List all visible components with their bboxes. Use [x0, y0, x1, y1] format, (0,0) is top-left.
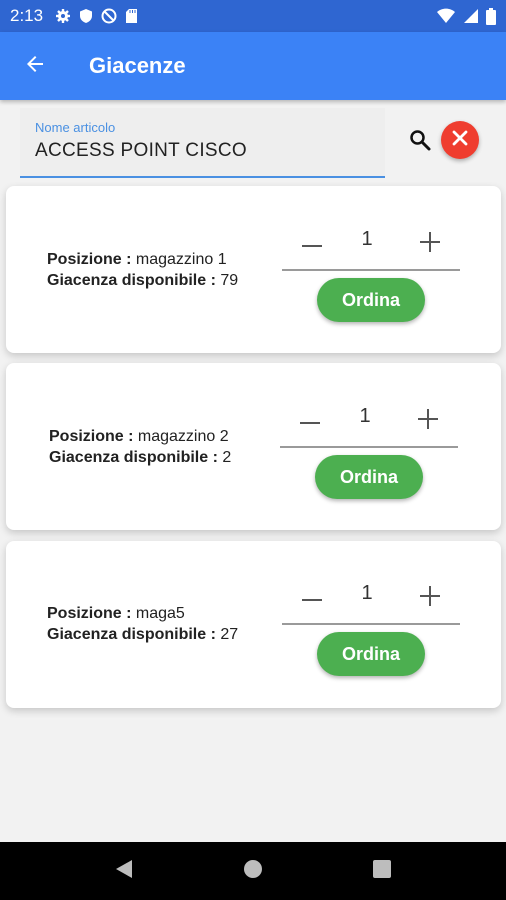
quantity-value[interactable]: 1	[342, 582, 392, 605]
quantity-value[interactable]: 1	[340, 405, 390, 428]
arrow-left-icon	[23, 52, 47, 81]
decrease-button[interactable]	[290, 403, 330, 439]
minus-icon	[302, 235, 322, 253]
order-button[interactable]: Ordina	[317, 278, 425, 322]
signal-icon	[463, 8, 478, 24]
back-triangle-icon[interactable]	[115, 859, 133, 884]
position-label: Posizione :	[47, 605, 132, 622]
item-name-label: Nome articolo	[35, 120, 116, 135]
item-name-field[interactable]: Nome articolo ACCESS POINT CISCO	[20, 108, 385, 178]
increase-button[interactable]	[410, 226, 450, 262]
stock-card: Posizione : maga5 Giacenza disponibile :…	[6, 541, 501, 708]
shield-icon	[79, 8, 93, 24]
stock-value: 2	[222, 449, 232, 466]
order-button[interactable]: Ordina	[317, 632, 425, 676]
sd-card-icon	[125, 8, 138, 24]
battery-icon	[486, 7, 496, 25]
search-button[interactable]	[402, 124, 438, 160]
quantity-underline	[282, 269, 460, 271]
back-button[interactable]	[0, 32, 70, 100]
quantity-stepper: 1	[280, 385, 458, 448]
stock-info: Posizione : maga5 Giacenza disponibile :…	[47, 603, 238, 645]
clear-search-button[interactable]	[441, 121, 479, 159]
quantity-stepper: 1	[282, 562, 460, 625]
search-icon	[408, 128, 432, 157]
increase-button[interactable]	[408, 403, 448, 439]
stock-value: 27	[220, 626, 239, 643]
app-bar: Giacenze	[0, 32, 506, 100]
plus-icon	[420, 231, 440, 257]
order-button[interactable]: Ordina	[315, 455, 423, 499]
stock-label: Giacenza disponibile :	[47, 272, 216, 289]
quantity-underline	[280, 446, 458, 448]
do-not-disturb-icon	[101, 8, 117, 24]
minus-icon	[302, 589, 322, 607]
recents-square-icon[interactable]	[373, 859, 391, 883]
decrease-button[interactable]	[292, 226, 332, 262]
wifi-icon	[437, 8, 455, 24]
page-title: Giacenze	[89, 53, 186, 78]
system-nav-bar	[0, 842, 506, 900]
position-value: maga5	[135, 605, 185, 622]
position-label: Posizione :	[49, 428, 134, 445]
quantity-value[interactable]: 1	[342, 228, 392, 251]
quantity-stepper: 1	[282, 208, 460, 271]
stock-info: Posizione : magazzino 1 Giacenza disponi…	[47, 249, 238, 291]
position-label: Posizione :	[47, 251, 132, 268]
stock-card: Posizione : magazzino 2 Giacenza disponi…	[6, 363, 501, 530]
stock-label: Giacenza disponibile :	[49, 449, 218, 466]
position-value: magazzino 2	[137, 428, 229, 445]
status-bar: 2:13	[0, 0, 506, 32]
stock-label: Giacenza disponibile :	[47, 626, 216, 643]
stock-info: Posizione : magazzino 2 Giacenza disponi…	[49, 426, 231, 468]
close-icon	[450, 128, 470, 153]
item-name-value[interactable]: ACCESS POINT CISCO	[35, 140, 247, 162]
stock-card: Posizione : magazzino 1 Giacenza disponi…	[6, 186, 501, 353]
home-circle-icon[interactable]	[243, 859, 263, 884]
plus-icon	[420, 585, 440, 611]
minus-icon	[300, 412, 320, 430]
decrease-button[interactable]	[292, 580, 332, 616]
plus-icon	[418, 408, 438, 434]
settings-icon	[55, 8, 71, 24]
increase-button[interactable]	[410, 580, 450, 616]
position-value: magazzino 1	[135, 251, 227, 268]
status-time: 2:13	[10, 6, 44, 25]
quantity-underline	[282, 623, 460, 625]
stock-value: 79	[220, 272, 239, 289]
